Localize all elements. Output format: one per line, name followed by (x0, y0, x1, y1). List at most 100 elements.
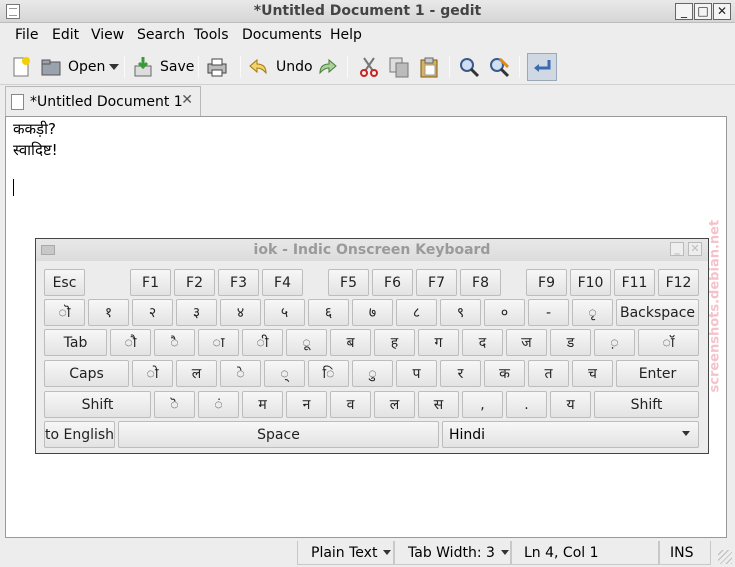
key-char[interactable]: १ (88, 299, 129, 326)
key-char[interactable]: ० (484, 299, 525, 326)
key-f2[interactable]: F2 (174, 269, 215, 296)
key-char[interactable]: ु (352, 360, 393, 387)
key-f9[interactable]: F9 (526, 269, 567, 296)
find-button[interactable] (458, 53, 480, 81)
key-f11[interactable]: F11 (614, 269, 655, 296)
redo-button[interactable] (316, 53, 338, 81)
key-enter[interactable]: Enter (616, 360, 699, 387)
key-f7[interactable]: F7 (416, 269, 457, 296)
undo-button[interactable]: Undo (248, 53, 313, 81)
key-f6[interactable]: F6 (372, 269, 413, 296)
menu-file[interactable]: File (15, 27, 38, 43)
key-backspace[interactable]: Backspace (616, 299, 699, 326)
key-char[interactable]: २ (132, 299, 173, 326)
key-f3[interactable]: F3 (218, 269, 259, 296)
key-char[interactable]: ल (374, 391, 415, 418)
tab-untitled-document-1[interactable]: *Untitled Document 1 ✕ (5, 86, 201, 117)
key-char[interactable]: ४ (220, 299, 261, 326)
menu-help[interactable]: Help (330, 27, 362, 43)
key-char[interactable]: . (506, 391, 547, 418)
cut-button[interactable] (358, 53, 380, 81)
key-char[interactable]: , (462, 391, 503, 418)
key-char[interactable]: ू (286, 329, 327, 356)
menu-tools[interactable]: Tools (194, 27, 229, 43)
key-char[interactable]: - (528, 299, 569, 326)
key-f1[interactable]: F1 (130, 269, 171, 296)
key-space[interactable]: Space (118, 421, 439, 448)
save-button[interactable]: Save (132, 53, 194, 81)
keyboard-close-button[interactable]: ✕ (688, 242, 702, 256)
minimize-button[interactable]: _ (675, 3, 693, 20)
key-char[interactable]: ॊ (44, 299, 85, 326)
key-char[interactable]: ो (132, 360, 173, 387)
recent-files-dropdown[interactable] (108, 53, 120, 81)
copy-button[interactable] (388, 53, 410, 81)
key-char[interactable]: ॆ (154, 391, 195, 418)
key-char[interactable]: ़ (594, 329, 635, 356)
close-window-button[interactable]: ✕ (713, 3, 731, 20)
key-char[interactable]: ल (176, 360, 217, 387)
key-char[interactable]: ब (330, 329, 371, 356)
key-char[interactable]: ९ (440, 299, 481, 326)
key-char[interactable]: य (550, 391, 591, 418)
key-char[interactable]: ३ (176, 299, 217, 326)
input-method-toggle-button[interactable] (527, 53, 557, 81)
key-char[interactable]: ग (418, 329, 459, 356)
key-char[interactable]: ड (550, 329, 591, 356)
key-char[interactable]: ज (506, 329, 547, 356)
text-cursor (13, 179, 14, 196)
close-tab-icon[interactable]: ✕ (181, 92, 193, 108)
key-char[interactable]: त (528, 360, 569, 387)
key-char[interactable]: स (418, 391, 459, 418)
menu-search[interactable]: Search (137, 27, 185, 43)
maximize-button[interactable]: □ (694, 3, 712, 20)
key-char[interactable]: ी (242, 329, 283, 356)
key-char[interactable]: र (440, 360, 481, 387)
key-caps[interactable]: Caps (44, 360, 129, 387)
key-char[interactable]: म (242, 391, 283, 418)
key-f8[interactable]: F8 (460, 269, 501, 296)
key-char[interactable]: ॉ (638, 329, 699, 356)
key-char[interactable]: ह (374, 329, 415, 356)
print-button[interactable] (206, 53, 228, 81)
key-char[interactable]: च (572, 360, 613, 387)
syntax-mode-selector[interactable]: Plain Text (297, 541, 394, 565)
key-char[interactable]: ् (264, 360, 305, 387)
key-char[interactable]: व (330, 391, 371, 418)
key-char[interactable]: द (462, 329, 503, 356)
key-f10[interactable]: F10 (570, 269, 611, 296)
key-char[interactable]: प (396, 360, 437, 387)
find-replace-button[interactable] (488, 53, 510, 81)
key-char[interactable]: ृ (572, 299, 613, 326)
key-char[interactable]: क (484, 360, 525, 387)
key-char[interactable]: न (286, 391, 327, 418)
resize-grip-icon[interactable] (718, 550, 732, 564)
to-english-button[interactable]: to English (44, 421, 115, 448)
open-button[interactable]: Open (40, 53, 105, 81)
menu-edit[interactable]: Edit (52, 27, 79, 43)
key-char[interactable]: ै (154, 329, 195, 356)
keyboard-minimize-button[interactable]: _ (670, 242, 684, 256)
key-char[interactable]: ७ (352, 299, 393, 326)
key-right-shift[interactable]: Shift (594, 391, 699, 418)
paste-button[interactable] (418, 53, 440, 81)
key-char[interactable]: ौ (110, 329, 151, 356)
key-char[interactable]: ा (198, 329, 239, 356)
key-f12[interactable]: F12 (658, 269, 699, 296)
menu-documents[interactable]: Documents (242, 27, 322, 43)
key-char[interactable]: ि (308, 360, 349, 387)
key-left-shift[interactable]: Shift (44, 391, 151, 418)
menu-view[interactable]: View (91, 27, 124, 43)
key-f5[interactable]: F5 (328, 269, 369, 296)
tab-width-selector[interactable]: Tab Width: 3 (394, 541, 511, 565)
key-f4[interactable]: F4 (262, 269, 303, 296)
key-esc[interactable]: Esc (44, 269, 85, 296)
new-button[interactable] (10, 53, 32, 81)
key-char[interactable]: े (220, 360, 261, 387)
key-tab[interactable]: Tab (44, 329, 107, 356)
key-char[interactable]: ं (198, 391, 239, 418)
key-char[interactable]: ६ (308, 299, 349, 326)
key-char[interactable]: ५ (264, 299, 305, 326)
language-select[interactable]: Hindi (442, 421, 699, 448)
key-char[interactable]: ८ (396, 299, 437, 326)
